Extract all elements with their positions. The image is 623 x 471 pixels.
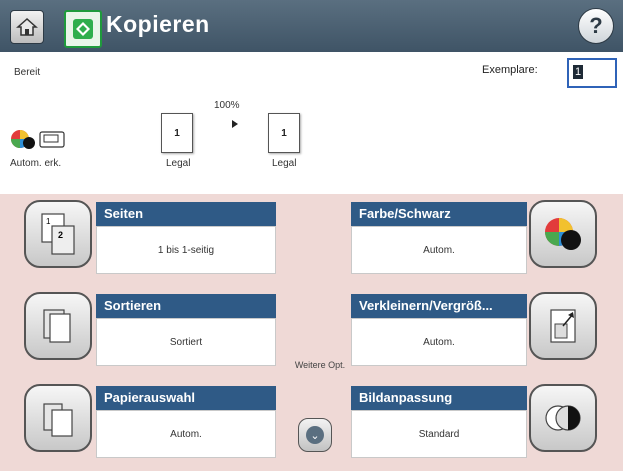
title-bar: Kopieren ? [0, 0, 623, 52]
zoom-level: 100% [214, 100, 240, 111]
tile-reduce-enlarge[interactable]: Verkleinern/Vergröß... Autom. [0, 288, 597, 366]
more-options-button[interactable]: ⌄ [298, 418, 332, 452]
tile-image-adjust-title: Bildanpassung [351, 386, 527, 410]
more-options-label: Weitere Opt. [294, 360, 346, 370]
chevron-down-icon: ⌄ [306, 426, 324, 444]
color-mode-indicator [10, 124, 70, 154]
color-mode-label: Autom. erk. [10, 158, 62, 169]
copies-field[interactable]: 1 [567, 58, 617, 88]
help-button[interactable]: ? [578, 8, 614, 44]
help-icon: ? [589, 13, 603, 38]
image-adjust-icon [529, 384, 597, 452]
home-icon [16, 17, 38, 36]
copies-label: Exemplare: [482, 64, 538, 76]
tile-color[interactable]: Farbe/Schwarz Autom. [0, 196, 597, 274]
color-wheel-icon [529, 200, 597, 268]
status-text: Bereit [14, 67, 41, 78]
tile-color-title: Farbe/Schwarz [351, 202, 527, 226]
tile-image-adjust-value: Standard [351, 410, 527, 458]
original-page-box: 1 [161, 113, 193, 153]
output-page-box: 1 [268, 113, 300, 153]
copy-app-icon [64, 10, 102, 48]
page-title: Kopieren [106, 11, 210, 37]
home-button[interactable] [10, 10, 44, 44]
copies-value: 1 [573, 65, 583, 79]
tile-reduce-enlarge-title: Verkleinern/Vergröß... [351, 294, 527, 318]
arrow-right-icon [232, 120, 238, 128]
original-paper-label: Legal [166, 158, 191, 169]
tile-reduce-enlarge-value: Autom. [351, 318, 527, 366]
resize-icon [529, 292, 597, 360]
tile-color-value: Autom. [351, 226, 527, 274]
tile-image-adjust[interactable]: Bildanpassung Standard [0, 380, 597, 458]
output-paper-label: Legal [272, 158, 297, 169]
